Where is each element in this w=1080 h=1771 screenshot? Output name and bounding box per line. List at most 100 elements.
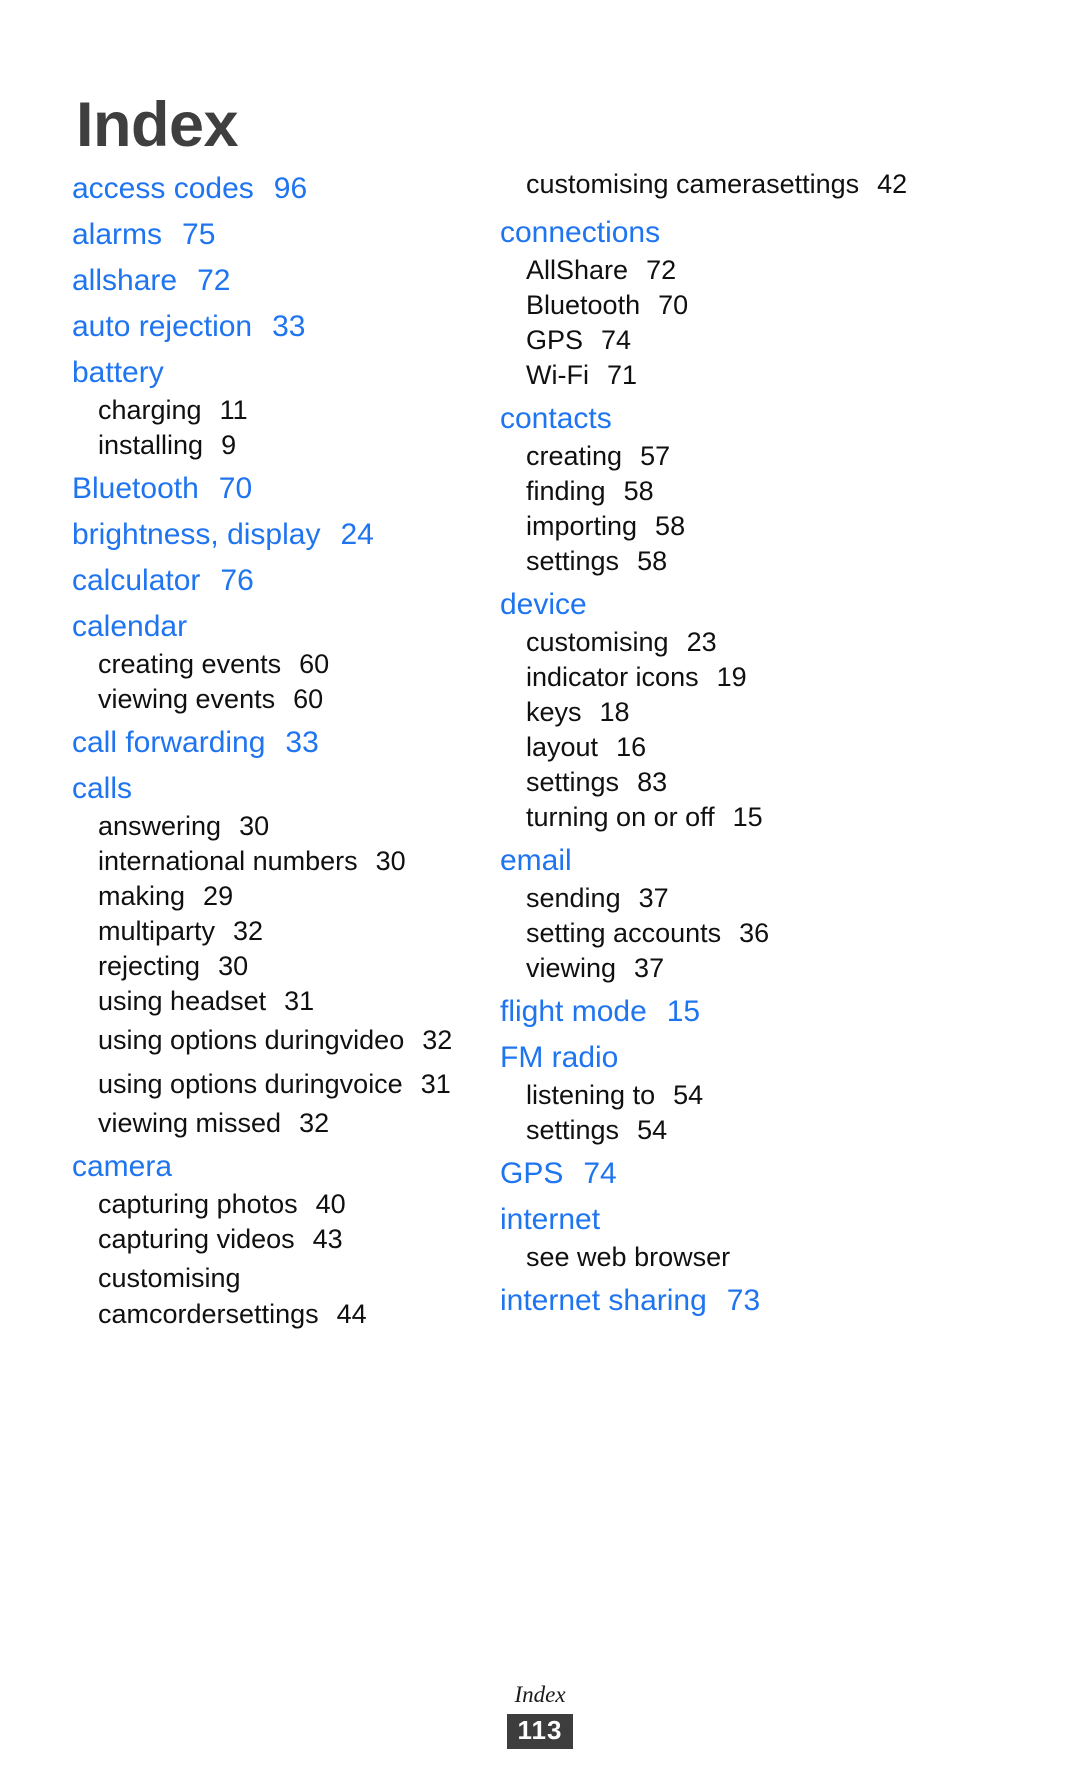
index-sub-entry[interactable]: listening to 54 [526,1075,920,1110]
index-entry-label: capturing videos [98,1224,295,1255]
index-main-entry[interactable]: call forwarding 33 [72,714,492,760]
page-number-badge: 113 [506,1714,574,1750]
index-main-entry[interactable]: alarms 75 [72,206,492,252]
index-entry-label: customising camera [526,169,767,199]
index-main-entry[interactable]: calls [72,760,492,806]
index-entry-label: setting accounts [526,917,722,948]
index-entry-label: battery [72,356,164,389]
index-sub-entry[interactable]: installing 9 [98,425,492,460]
index-sub-entry[interactable]: settings 58 [526,541,920,576]
index-entry-label: sending [526,882,621,913]
index-sub-entry[interactable]: GPS 74 [526,320,920,355]
index-sub-entry[interactable]: finding 58 [526,471,920,506]
index-sub-entry[interactable]: indicator icons 19 [526,657,920,692]
index-sub-entry[interactable]: customising camcordersettings 44 [98,1254,492,1333]
index-sub-entry[interactable]: capturing photos 40 [98,1184,492,1219]
index-main-entry[interactable]: calendar [72,598,492,644]
index-entry-label: keys [526,696,582,727]
index-entry-label-continued: video 32 [339,1025,453,1055]
index-sub-entry[interactable]: layout 16 [526,727,920,762]
index-entry-page-number: 9 [221,430,237,460]
index-sub-entry[interactable]: AllShare 72 [526,250,920,285]
index-entry-label: capturing photos [98,1189,298,1220]
index-main-entry[interactable]: FM radio [500,1029,920,1075]
index-entry-page-number: 32 [233,916,264,946]
index-main-entry[interactable]: auto rejection 33 [72,298,492,344]
index-column-right: customising camerasettings 42 connections A… [500,160,920,1318]
index-main-entry[interactable]: allshare 72 [72,252,492,298]
index-main-entry[interactable]: internet [500,1191,920,1237]
index-entry-label: contacts [500,401,612,435]
index-sub-entry[interactable]: setting accounts 36 [526,913,920,948]
index-sub-entry[interactable]: capturing videos 43 [98,1219,492,1254]
index-main-entry[interactable]: GPS 74 [500,1145,920,1191]
index-sub-entry[interactable]: settings 54 [526,1110,920,1145]
index-entry-page-number: 60 [299,649,330,679]
index-sub-entry[interactable]: customising 23 [526,622,920,657]
index-entry-label: rejecting [98,951,201,981]
footer-label: Index [514,1682,566,1707]
index-main-entry[interactable]: access codes 96 [72,160,492,206]
index-entry-page-number: 76 [220,564,254,597]
index-entry-page-number: 36 [739,917,770,948]
index-main-entry[interactable]: camera [72,1138,492,1184]
index-entry-label: creating events [98,649,282,679]
index-entry-label: international numbers [98,846,358,876]
index-sub-entry[interactable]: answering 30 [98,806,492,841]
index-entry-label: finding [526,475,606,506]
index-entry-page-number: 83 [637,766,668,797]
index-sub-entry[interactable]: viewing missed 32 [98,1103,492,1138]
index-sub-entry[interactable]: viewing events 60 [98,679,492,714]
index-sub-entry[interactable]: viewing 37 [526,948,920,983]
index-entry-page-number: 42 [877,169,908,199]
index-main-entry[interactable]: internet sharing 73 [500,1272,920,1318]
index-sub-entry[interactable]: settings 83 [526,762,920,797]
index-entry-page-number: 70 [218,472,253,505]
index-main-entry[interactable]: Bluetooth 70 [72,460,492,506]
index-entry-label: allshare [72,264,178,297]
index-sub-entry[interactable]: creating events 60 [98,644,492,679]
index-sub-entry[interactable]: customising camerasettings 42 [526,160,920,204]
page-title: Index [76,90,239,161]
index-sub-entry[interactable]: rejecting 30 [98,946,492,981]
index-entry-label: camera [72,1150,173,1184]
index-sub-entry[interactable]: making 29 [98,876,492,911]
index-sub-entry[interactable]: using options duringvideo 32 [98,1016,492,1060]
index-sub-entry[interactable]: Wi-Fi 71 [526,355,920,390]
index-sub-entry[interactable]: Bluetooth 70 [526,285,920,320]
index-main-entry[interactable]: connections [500,204,920,250]
index-main-entry[interactable]: brightness, display 24 [72,506,492,552]
index-sub-entry[interactable]: using options duringvoice 31 [98,1060,492,1104]
index-sub-entry[interactable]: keys 18 [526,692,920,727]
index-main-entry[interactable]: flight mode 15 [500,983,920,1029]
index-main-entry[interactable]: battery [72,344,492,390]
index-entry-label: settings [526,766,620,797]
index-main-entry[interactable]: device [500,576,920,622]
index-sub-entry[interactable]: multiparty 32 [98,911,492,946]
index-entry-page-number: 33 [272,310,306,343]
index-entry-label: FM radio [500,1040,619,1074]
index-sub-entry[interactable]: see web browser [526,1237,920,1272]
index-entry-page-number: 23 [686,626,717,657]
index-entry-page-number: 58 [655,510,686,541]
index-entry-page-number: 70 [658,289,689,320]
index-entry-page-number: 32 [422,1025,453,1055]
index-entry-label-continued: voice 31 [339,1068,451,1099]
index-entry-label: viewing missed [98,1108,282,1139]
index-column-left: access codes 96 alarms 75 allshare 72 auto rej… [72,160,492,1334]
index-sub-entry[interactable]: international numbers 30 [98,841,492,876]
index-sub-entry[interactable]: creating 57 [526,436,920,471]
index-main-entry[interactable]: email [500,832,920,878]
index-entry-label: GPS [526,324,584,355]
index-entry-label: email [500,843,572,877]
index-main-entry[interactable]: calculator 76 [72,552,492,598]
index-sub-entry[interactable]: charging 11 [98,390,492,425]
index-sub-entry[interactable]: importing 58 [526,506,920,541]
index-entry-label: making [98,881,186,911]
index-entry-label: Bluetooth [526,289,641,320]
index-sub-entry[interactable]: turning on or off 15 [526,797,920,832]
index-entry-label: Bluetooth [72,472,199,505]
index-sub-entry[interactable]: using headset 31 [98,981,492,1016]
index-main-entry[interactable]: contacts [500,390,920,436]
index-sub-entry[interactable]: sending 37 [526,878,920,913]
